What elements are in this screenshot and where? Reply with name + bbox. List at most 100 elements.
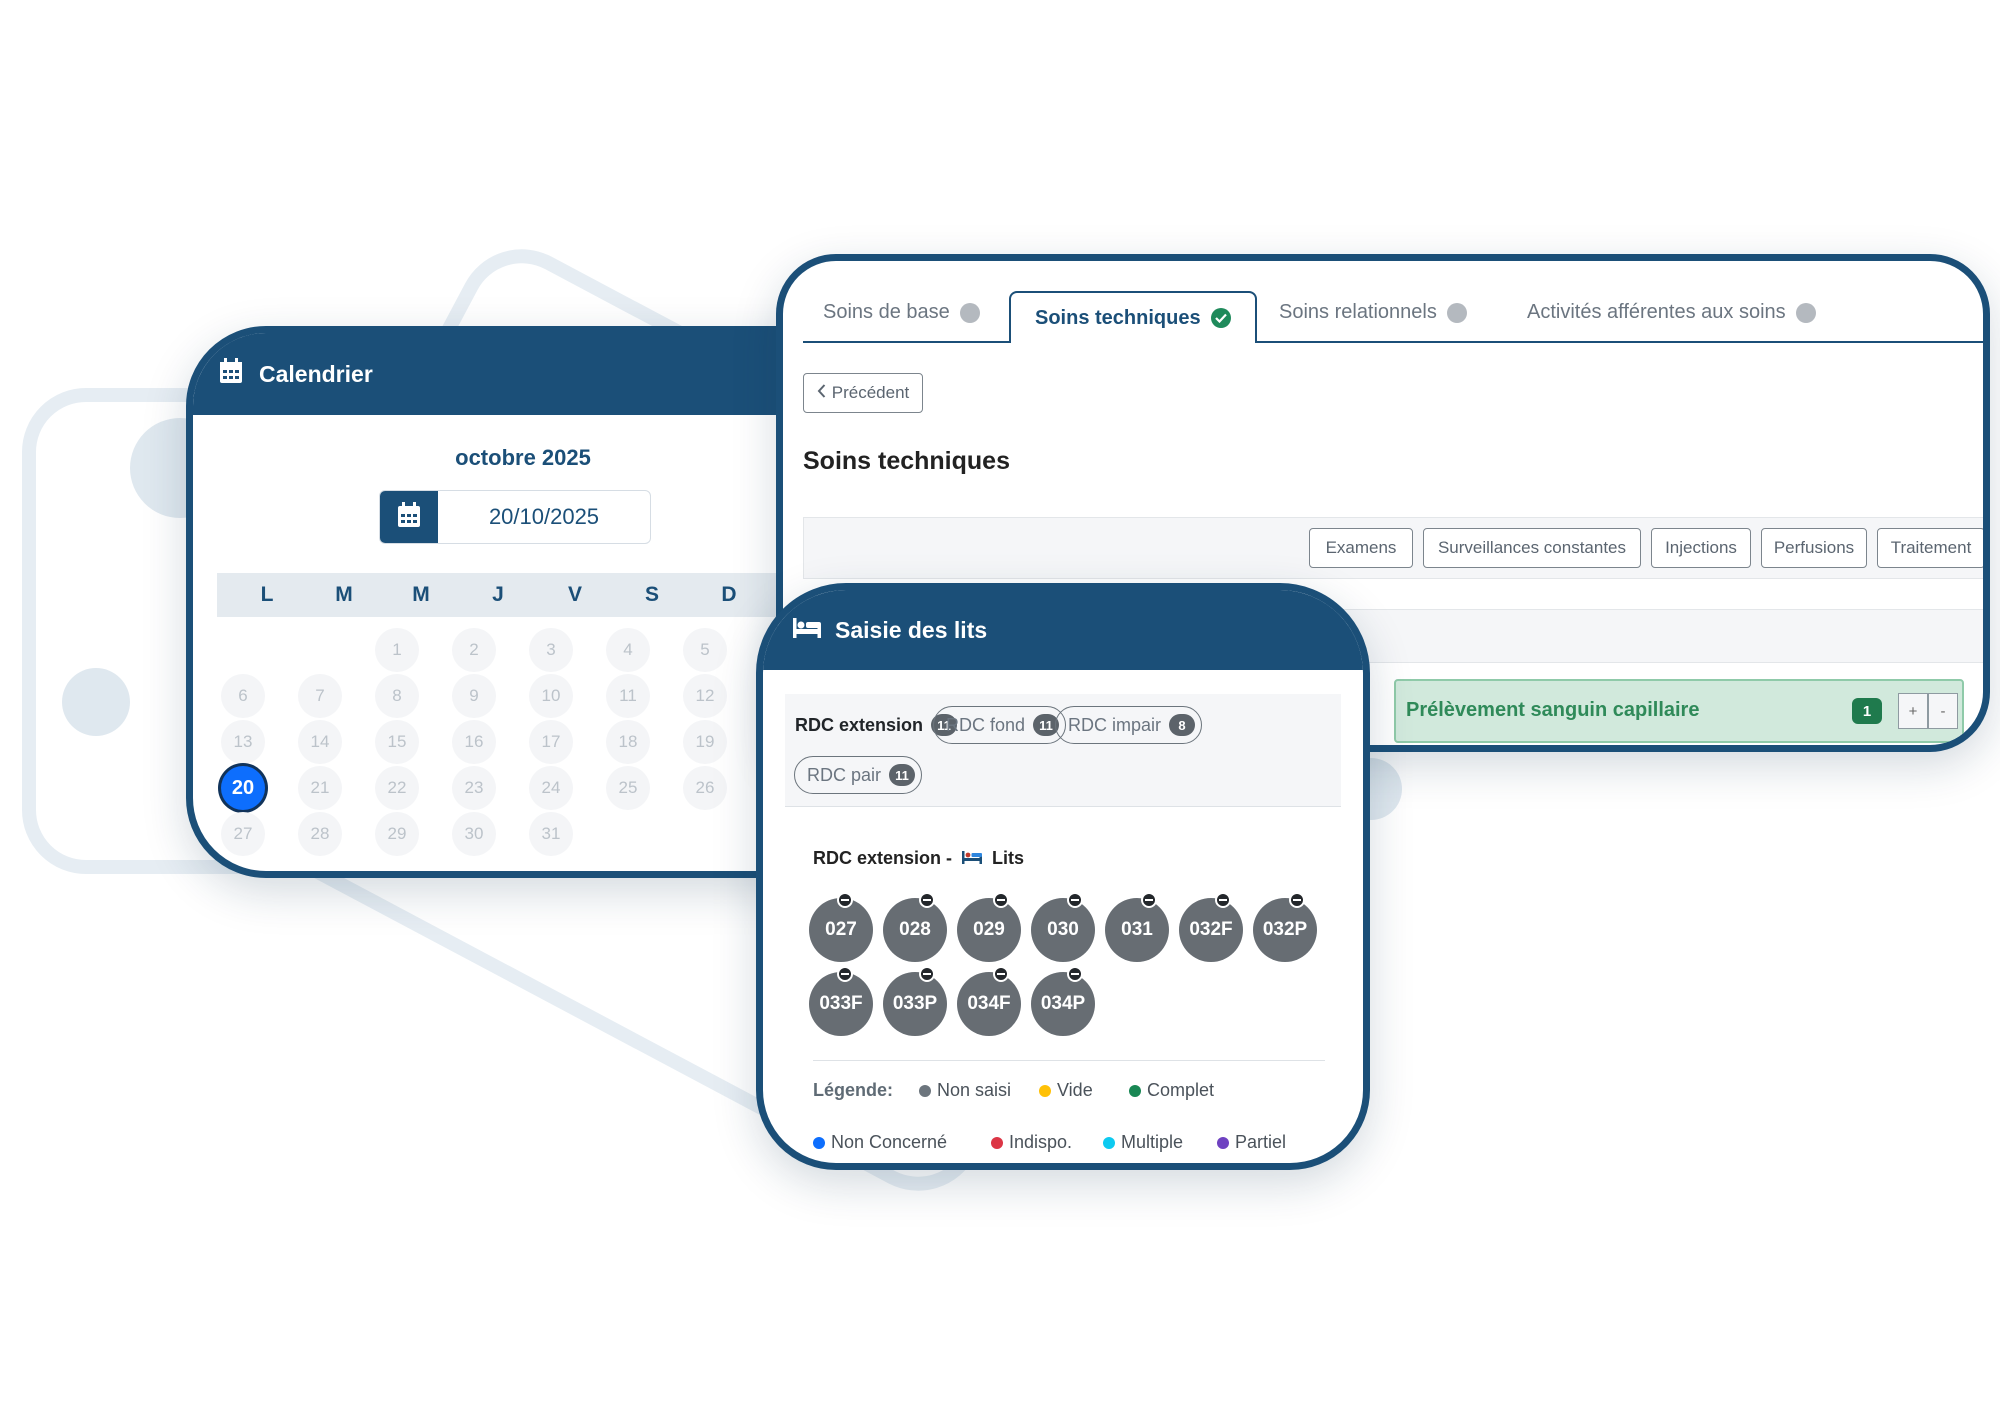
calendar-day[interactable]: 21 [298, 766, 342, 810]
previous-button[interactable]: Précédent [803, 373, 923, 413]
minus-circle-icon [993, 966, 1009, 982]
filter-injections-button[interactable]: Injections [1651, 528, 1751, 568]
sector-pill-rdc-impair[interactable]: RDC impair 8 [1055, 706, 1203, 744]
sector-label: RDC impair [1068, 714, 1162, 735]
bed-button[interactable]: 033P [883, 972, 947, 1036]
legend-item: Partiel [1217, 1132, 1286, 1153]
soin-item[interactable]: Prélèvement sanguin capillaire 1 + - [1394, 679, 1964, 743]
legend-dot-icon [919, 1084, 931, 1097]
bed-button[interactable]: 029 [957, 898, 1021, 962]
legend-item-label: Partiel [1235, 1132, 1287, 1152]
calendar-day[interactable]: 16 [452, 720, 496, 764]
calendar-day[interactable]: 12 [683, 674, 727, 718]
legend-item: Non saisi [919, 1080, 1011, 1101]
calendar-day[interactable]: 22 [375, 766, 419, 810]
calendar-day[interactable]: 25 [606, 766, 650, 810]
sector-title-label: RDC extension - [813, 848, 953, 868]
calendar-day[interactable]: 19 [683, 720, 727, 764]
tab-label: Soins relationnels [1279, 301, 1437, 323]
legend-dot-icon [1039, 1084, 1051, 1097]
sector-tabs: RDC extension 11 RDC fond 11 RDC impair … [785, 694, 1341, 807]
date-picker-button[interactable] [380, 491, 438, 543]
calendar-day[interactable]: 8 [375, 674, 419, 718]
legend-item: Multiple [1103, 1132, 1183, 1153]
legend-dot-icon [1103, 1136, 1115, 1149]
calendar-day-selected[interactable]: 20 [221, 766, 265, 810]
calendar-day[interactable]: 30 [452, 812, 496, 856]
increment-button[interactable]: + [1898, 693, 1928, 729]
weekday-label: S [644, 583, 659, 606]
filter-perfusions-button[interactable]: Perfusions [1761, 528, 1867, 568]
calendar-day[interactable]: 11 [606, 674, 650, 718]
legend-item-label: Complet [1147, 1080, 1215, 1100]
minus-circle-icon [837, 966, 853, 982]
legend-dot-icon [991, 1136, 1003, 1149]
bed-button[interactable]: 032P [1253, 898, 1317, 962]
calendar-day[interactable]: 9 [452, 674, 496, 718]
tab-label: Soins techniques [1035, 306, 1201, 329]
date-input[interactable]: 20/10/2025 [438, 491, 650, 543]
calendar-day[interactable]: 15 [375, 720, 419, 764]
bed-button[interactable]: 028 [883, 898, 947, 962]
calendar-day[interactable]: 17 [529, 720, 573, 764]
calendar-day[interactable]: 24 [529, 766, 573, 810]
minus-circle-icon [1215, 892, 1231, 908]
date-picker[interactable]: 20/10/2025 [379, 490, 651, 544]
tab-soins-de-base[interactable]: Soins de base [823, 301, 980, 324]
calendar-icon [397, 501, 421, 533]
sector-pill-rdc-extension[interactable]: RDC extension 11 [785, 706, 958, 744]
decrement-button[interactable]: - [1928, 693, 1958, 729]
tab-soins-techniques[interactable]: Soins techniques [1009, 291, 1257, 343]
lits-header: Saisie des lits [763, 590, 1363, 670]
bed-button[interactable]: 034F [957, 972, 1021, 1036]
minus-circle-icon [1067, 966, 1083, 982]
calendar-day[interactable]: 1 [375, 628, 419, 672]
calendar-day[interactable]: 29 [375, 812, 419, 856]
bed-button[interactable]: 033F [809, 972, 873, 1036]
sector-pill-rdc-pair[interactable]: RDC pair 11 [794, 756, 923, 794]
calendar-day[interactable]: 26 [683, 766, 727, 810]
legend-item: Non Concerné [813, 1132, 947, 1153]
check-circle-icon [1210, 308, 1231, 328]
bed-icon [793, 616, 821, 644]
calendar-day[interactable]: 13 [221, 720, 265, 764]
legend-dot-icon [813, 1136, 825, 1149]
weekday-label: L [260, 583, 274, 606]
calendar-day[interactable]: 23 [452, 766, 496, 810]
calendar-day[interactable]: 4 [606, 628, 650, 672]
beds-label: Lits [992, 848, 1025, 868]
tab-label: Activités afférentes aux soins [1527, 301, 1786, 323]
minus-circle-icon [919, 966, 935, 982]
sector-label: RDC pair [807, 764, 882, 785]
weekday-label: M [335, 583, 353, 606]
tab-activites-afferentes[interactable]: Activités afférentes aux soins [1527, 301, 1816, 324]
filter-surveillances-button[interactable]: Surveillances constantes [1423, 528, 1641, 568]
minus-circle-icon [919, 892, 935, 908]
calendar-day[interactable]: 31 [529, 812, 573, 856]
calendar-day[interactable]: 10 [529, 674, 573, 718]
calendar-day[interactable]: 18 [606, 720, 650, 764]
sector-count-badge: 11 [889, 764, 916, 786]
background-dot [62, 668, 130, 736]
lits-card: Saisie des lits RDC extension 11 RDC fon… [756, 583, 1370, 1170]
calendar-day[interactable]: 14 [298, 720, 342, 764]
bed-button[interactable]: 027 [809, 898, 873, 962]
calendar-day[interactable]: 3 [529, 628, 573, 672]
legend-item: Vide [1039, 1080, 1093, 1101]
bed-button[interactable]: 031 [1105, 898, 1169, 962]
bed-button[interactable]: 032F [1179, 898, 1243, 962]
calendar-day[interactable]: 28 [298, 812, 342, 856]
bed-button[interactable]: 034P [1031, 972, 1095, 1036]
filter-traitement-button[interactable]: Traitement [1877, 528, 1983, 568]
calendar-day[interactable]: 6 [221, 674, 265, 718]
sector-pill-rdc-fond[interactable]: RDC fond 11 [933, 706, 1067, 744]
calendar-day[interactable]: 27 [221, 812, 265, 856]
calendar-day[interactable]: 5 [683, 628, 727, 672]
filter-examens-button[interactable]: Examens [1309, 528, 1413, 568]
bed-button[interactable]: 030 [1031, 898, 1095, 962]
calendar-day[interactable]: 7 [298, 674, 342, 718]
section-title: Soins techniques [803, 447, 1010, 475]
tab-soins-relationnels[interactable]: Soins relationnels [1279, 301, 1467, 324]
calendar-day[interactable]: 2 [452, 628, 496, 672]
weekday-label: V [567, 583, 582, 606]
